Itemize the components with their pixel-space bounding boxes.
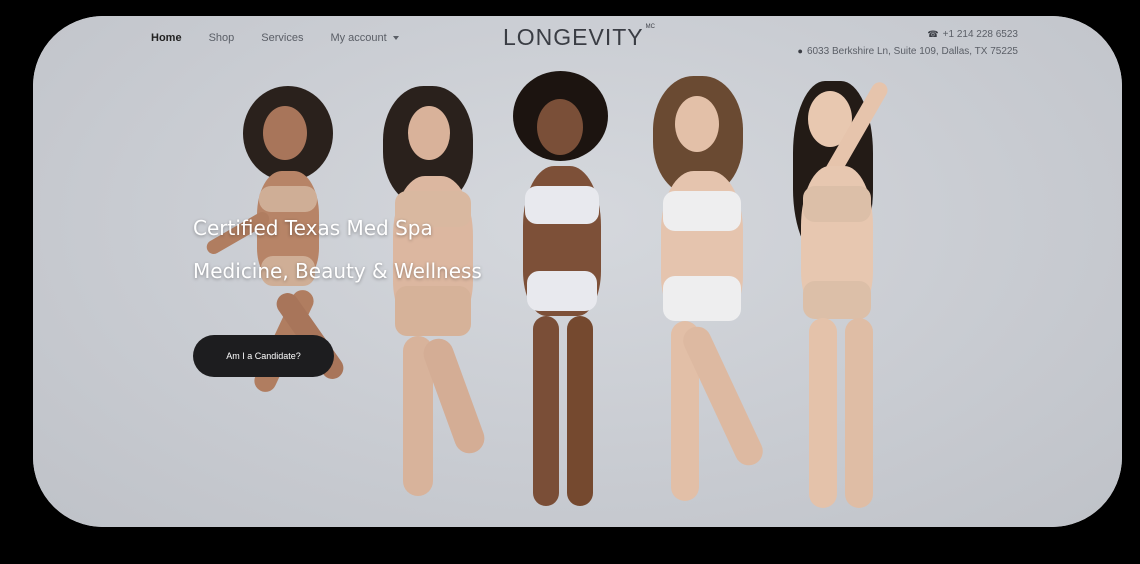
map-pin-icon: ● xyxy=(797,46,803,56)
main-nav: Home Shop Services My account xyxy=(151,32,399,44)
nav-home[interactable]: Home xyxy=(151,32,182,44)
nav-my-account-label: My account xyxy=(330,32,387,44)
phone-icon: ☎ xyxy=(927,29,939,39)
contact-info: ☎ +1 214 228 6523 ● 6033 Berkshire Ln, Sui… xyxy=(798,26,1019,60)
phone-row[interactable]: ☎ +1 214 228 6523 xyxy=(798,26,1018,43)
phone-number: +1 214 228 6523 xyxy=(942,29,1018,40)
candidate-button[interactable]: Am I a Candidate? xyxy=(193,335,334,377)
hero-headline-1: Certified Texas Med Spa xyxy=(193,216,433,240)
brand-mark: MC xyxy=(645,24,655,30)
brand-name: LONGEVITY xyxy=(503,24,644,50)
nav-services[interactable]: Services xyxy=(261,32,303,44)
nav-my-account[interactable]: My account xyxy=(330,32,399,44)
hero-headline-2: Medicine, Beauty & Wellness xyxy=(193,259,482,283)
address-text: 6033 Berkshire Ln, Suite 109, Dallas, TX… xyxy=(806,46,1018,57)
address-row[interactable]: ● 6033 Berkshire Ln, Suite 109, Dallas, T… xyxy=(798,43,1019,60)
brand-logo[interactable]: LONGEVITY MC xyxy=(503,24,655,51)
chevron-down-icon xyxy=(392,36,399,41)
nav-shop[interactable]: Shop xyxy=(209,32,235,44)
hero-section: Home Shop Services My account LONGEVITY M… xyxy=(33,16,1122,527)
